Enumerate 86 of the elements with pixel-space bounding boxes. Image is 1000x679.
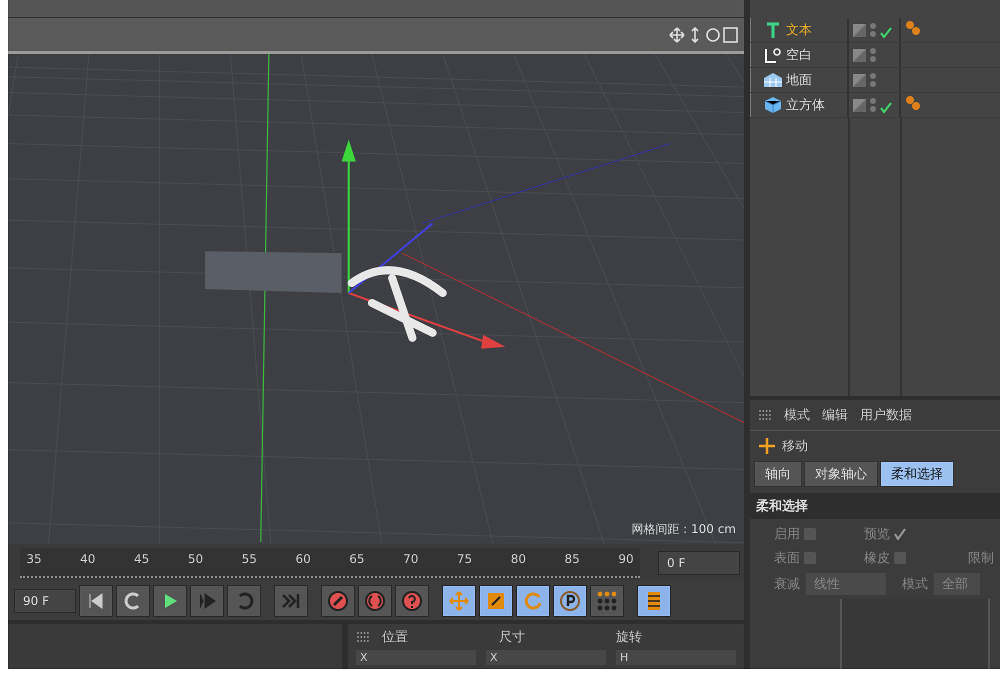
option-label: 模式	[902, 576, 928, 593]
keyhelp-button[interactable]	[395, 584, 429, 617]
option-label: 表面	[774, 550, 800, 567]
tool-name: 移动	[782, 438, 808, 455]
floor-object-icon	[763, 71, 783, 89]
checkbox[interactable]	[894, 552, 906, 564]
end-frame-field[interactable]: 90 F	[14, 588, 76, 613]
checkbox[interactable]	[804, 552, 816, 564]
option-label: 橡皮	[864, 550, 890, 567]
section-header: 柔和选择	[750, 493, 1000, 519]
move-arrows-icon	[448, 590, 470, 612]
autokey-button[interactable]	[358, 584, 392, 617]
coordinate-field[interactable]: X	[356, 650, 476, 665]
object-name[interactable]: 地面	[786, 71, 812, 89]
move-tool-icon	[758, 437, 776, 455]
rotate-icon	[522, 590, 544, 612]
record-button[interactable]	[321, 584, 355, 617]
object-name[interactable]: 空白	[786, 46, 812, 64]
frame-tick-label: 90	[618, 552, 634, 566]
grip-icon	[356, 631, 370, 643]
frame-tick-label: 65	[349, 552, 365, 566]
visibility-dots-icon[interactable]	[869, 96, 877, 114]
frame-tick-label: 75	[456, 552, 472, 566]
menu-item[interactable]: 模式	[784, 406, 810, 424]
null-object-icon	[763, 46, 783, 64]
frame-tick-label: 80	[510, 552, 526, 566]
option-label: 预览	[864, 526, 890, 543]
frame-tick-label: 85	[564, 552, 580, 566]
visibility-dots-icon[interactable]	[869, 71, 877, 89]
frame-tick-label: 70	[403, 552, 418, 566]
3d-viewport[interactable]: 网格间距 : 100 cm	[8, 54, 744, 544]
object-name[interactable]: 文本	[786, 21, 812, 39]
tag-icon[interactable]	[905, 20, 921, 36]
checkbox[interactable]	[804, 528, 816, 540]
checkbox[interactable]	[894, 528, 906, 540]
frame-tick-label: 45	[134, 552, 150, 566]
timeline-ruler[interactable]: 35 40 45 50 55 60 65 70 75 80 85 90	[20, 548, 640, 578]
menu-item[interactable]: 编辑	[822, 406, 848, 424]
visibility-dots-icon[interactable]	[869, 46, 877, 64]
tab[interactable]: 对象轴心	[804, 461, 878, 487]
visibility-dots-icon[interactable]	[869, 21, 877, 39]
auto-key-icon	[364, 590, 386, 612]
film-button[interactable]	[637, 584, 671, 617]
rotate-button[interactable]	[516, 584, 550, 617]
check-icon[interactable]	[880, 102, 892, 114]
option-label: 限制	[968, 550, 995, 567]
tab[interactable]: 轴向	[754, 461, 802, 487]
option-label: 衰减	[774, 576, 800, 593]
check-icon[interactable]	[880, 27, 892, 39]
column-header: 尺寸	[499, 629, 526, 646]
column-header: 位置	[382, 629, 409, 646]
param-button[interactable]	[553, 584, 587, 617]
coordinate-field[interactable]: H	[616, 650, 736, 665]
frame-tick-label: 50	[188, 552, 204, 566]
prev-button[interactable]	[79, 584, 113, 617]
play-button[interactable]	[153, 584, 187, 617]
tab[interactable]: 柔和选择	[880, 461, 954, 487]
record-key-icon	[327, 590, 349, 612]
grip-icon	[758, 409, 772, 421]
move-button[interactable]	[442, 584, 476, 617]
points-button[interactable]	[590, 584, 624, 617]
loop-button[interactable]	[227, 584, 261, 617]
layer-icon[interactable]	[853, 74, 866, 86]
scale-button[interactable]	[479, 584, 513, 617]
grid-spacing-label: 网格间距 : 100 cm	[631, 521, 736, 538]
layer-icon[interactable]	[853, 98, 866, 112]
object-name[interactable]: 立方体	[786, 96, 825, 114]
coordinate-field[interactable]: X	[486, 650, 606, 665]
frame-tick-label: 60	[295, 552, 311, 566]
question-icon	[401, 590, 423, 612]
column-header: 旋转	[616, 629, 643, 646]
layer-icon[interactable]	[853, 48, 866, 62]
frame-tick-label: 40	[80, 552, 96, 566]
view-navigation-icon[interactable]	[668, 26, 738, 44]
end-button[interactable]	[274, 584, 308, 617]
parameter-icon	[559, 590, 581, 612]
menu-item[interactable]: 用户数据	[860, 406, 912, 424]
frame-tick-label: 55	[242, 552, 257, 566]
cube-object-icon	[763, 96, 783, 114]
tag-icon[interactable]	[905, 95, 921, 111]
option-label: 启用	[774, 526, 800, 543]
current-frame-field[interactable]: 0 F	[658, 550, 740, 575]
dot-grid-icon	[596, 590, 618, 612]
back-button[interactable]	[116, 584, 150, 617]
layer-icon[interactable]	[853, 24, 866, 36]
frame-tick-label: 35	[26, 552, 42, 566]
